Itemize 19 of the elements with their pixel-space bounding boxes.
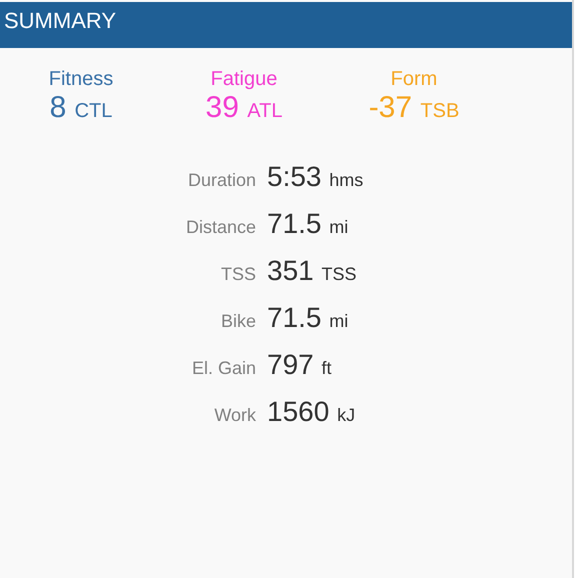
stat-value: 71.5 mi (267, 301, 350, 335)
stat-label: Work (213, 405, 256, 426)
metric-label: Fatigue (210, 68, 278, 91)
stat-value: 1560 kJ (267, 395, 356, 429)
stat-value: 71.5 mi (267, 207, 350, 241)
stat-label: TSS (220, 264, 256, 285)
stat-label: El. Gain (190, 358, 256, 379)
metric-value: 8 CTL (50, 91, 112, 126)
metric-value: -37 TSB (368, 91, 460, 126)
stat-value: 351 TSS (267, 254, 358, 288)
metric-label: Form (390, 68, 438, 91)
stat-label: Distance (184, 217, 256, 238)
metric-label: Fitness (48, 68, 114, 91)
stat-value: 797 ft (267, 348, 333, 382)
metric-value: 39 ATL (206, 91, 282, 126)
stat-label: Duration (186, 170, 256, 191)
stat-label: Bike (220, 311, 256, 332)
stat-value: 5:53 hms (267, 160, 364, 194)
panel-title: SUMMARY (4, 8, 116, 34)
